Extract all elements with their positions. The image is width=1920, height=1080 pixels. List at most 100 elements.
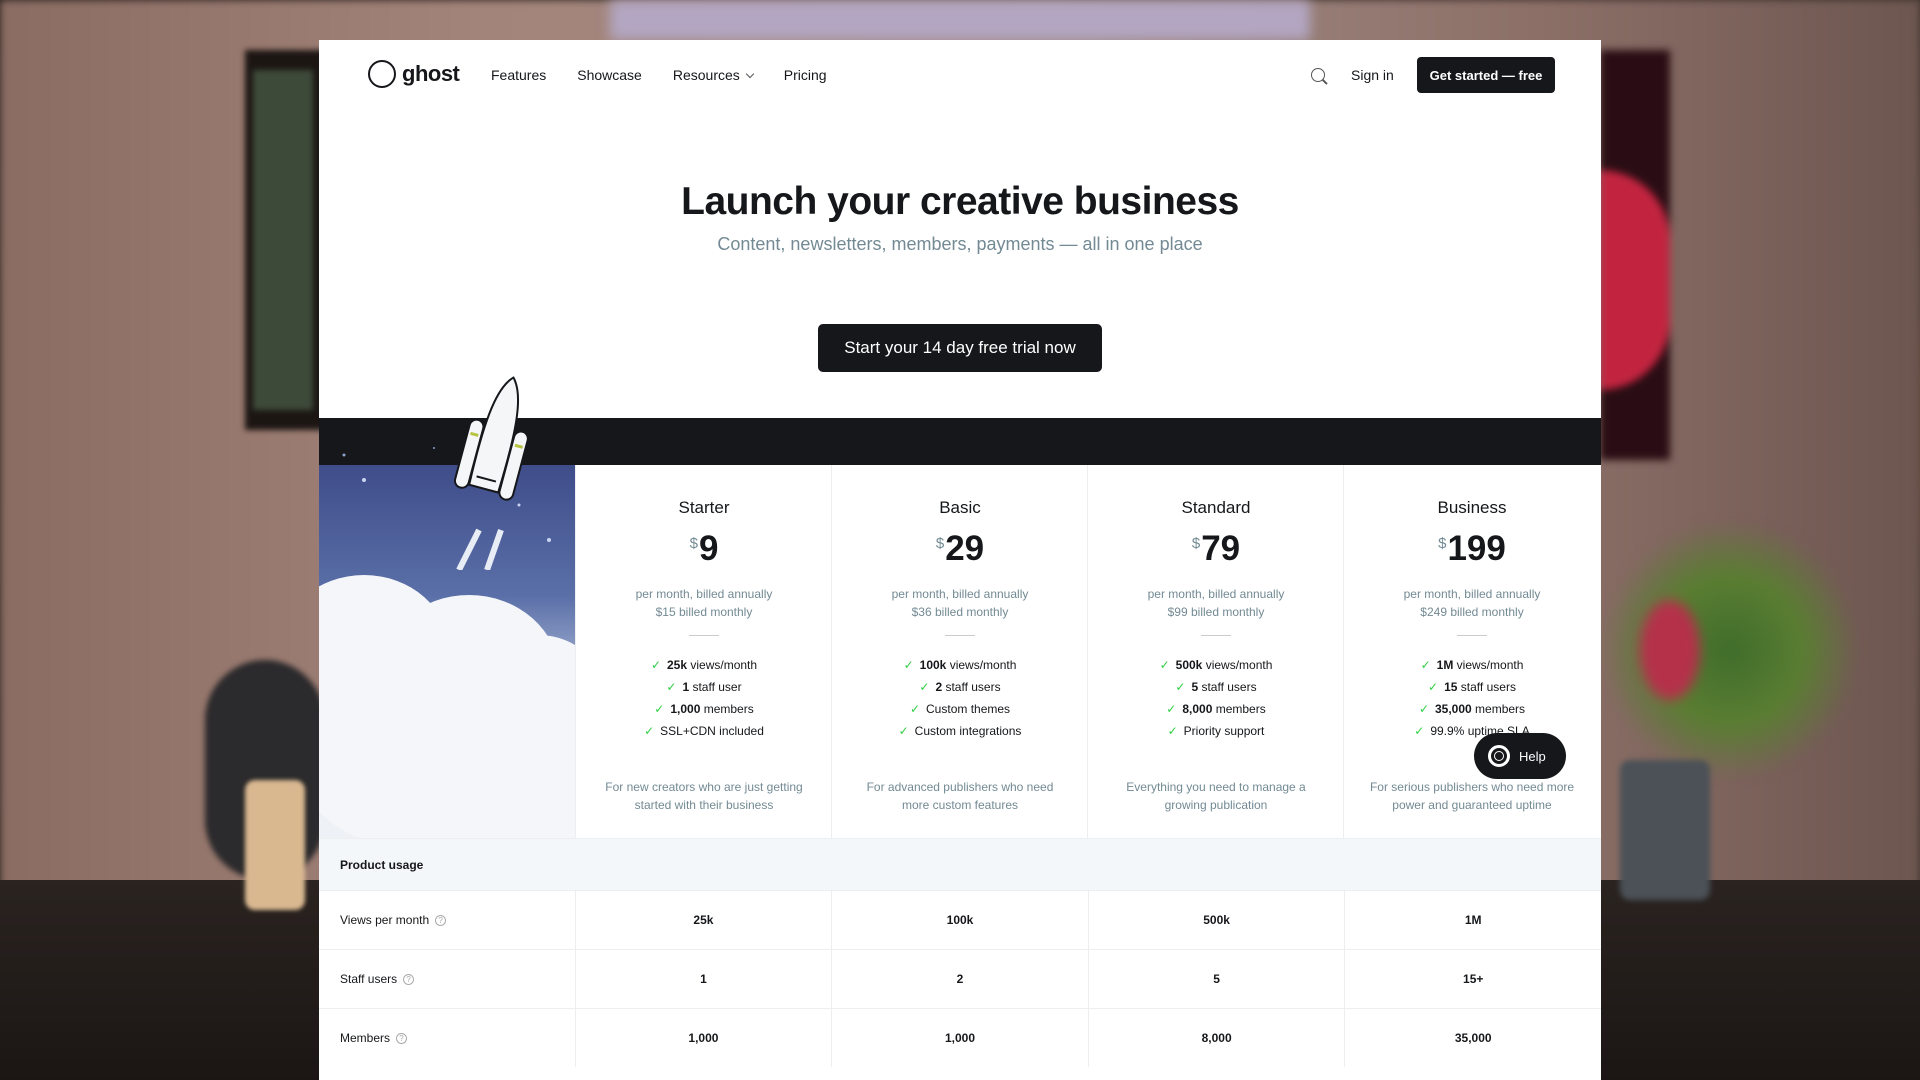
plan-card-starter: Starter $9 per month, billed annually $1… [575,465,832,838]
check-icon: ✓ [644,724,655,738]
sign-in-link[interactable]: Sign in [1351,67,1394,83]
table-cell: 1M [1344,891,1601,949]
ghost-logo[interactable]: ghost [368,60,460,88]
plan-billing-monthly: $249 billed monthly [1420,605,1524,619]
background-picture-frame [245,50,325,430]
check-icon: ✓ [1167,724,1178,738]
feature-item: ✓ 1 staff user [666,680,742,694]
row-label: Members? [319,1009,575,1067]
check-icon: ✓ [1159,658,1170,672]
help-button[interactable]: Help [1474,733,1566,779]
check-icon: ✓ [666,680,677,694]
plan-name: Basic [939,498,981,517]
feature-item: ✓ 5 staff users [1175,680,1257,694]
plan-billing-annual: per month, billed annually [635,587,773,601]
plan-name: Standard [1181,498,1251,517]
hero-subtitle: Content, newsletters, members, payments … [717,234,1203,254]
plan-description: For serious publishers who need more pow… [1369,780,1575,812]
plan-price: $9 [689,529,719,568]
nav-link-showcase[interactable]: Showcase [577,67,642,83]
feature-item: ✓ SSL+CDN included [644,724,764,738]
feature-item: ✓ Custom themes [909,702,1011,716]
plan-features: ✓ 500k views/month ✓ 5 staff users ✓ 8,000 … [1088,654,1344,742]
plan-price: $199 [1438,529,1506,568]
table-cell: 35,000 [1344,1009,1601,1067]
feature-item: ✓ 2 staff users [919,680,1001,694]
plan-billing-monthly: $99 billed monthly [1167,605,1265,619]
top-navigation: ghost Features Showcase Resources Pricin… [319,40,1601,112]
start-trial-button[interactable]: Start your 14 day free trial now [818,324,1102,372]
check-icon: ✓ [1175,680,1186,694]
feature-item: ✓ 1,000 members [654,702,754,716]
row-label: Views per month? [319,891,575,949]
table-cell: 500k [1087,891,1345,949]
feature-item: ✓ 15 staff users [1428,680,1516,694]
nav-links: Features Showcase Resources Pricing [491,67,827,83]
feature-item: ✓ 500k views/month [1159,658,1273,672]
check-icon: ✓ [919,680,930,694]
lifebuoy-icon [1488,745,1510,767]
feature-item: ✓ 8,000 members [1166,702,1266,716]
background-screen [610,0,1310,40]
table-cell: 2 [831,950,1088,1008]
plan-price: $29 [935,529,985,568]
table-row: Staff users? 1 2 5 15+ [319,949,1601,1008]
check-icon: ✓ [1414,724,1425,738]
table-cell: 5 [1087,950,1345,1008]
feature-item: ✓ 1M views/month [1420,658,1524,672]
check-icon: ✓ [1418,702,1429,716]
nav-link-features[interactable]: Features [491,67,546,83]
comparison-table: Product usage Views per month? 25k 100k … [319,838,1601,1067]
table-row: Views per month? 25k 100k 500k 1M [319,890,1601,949]
divider [945,635,975,636]
plan-description: Everything you need to manage a growing … [1126,780,1306,812]
chevron-down-icon [745,69,755,79]
get-started-button[interactable]: Get started — free [1417,57,1555,93]
help-circle-icon[interactable]: ? [435,914,447,926]
check-icon: ✓ [1420,658,1431,672]
help-circle-icon[interactable]: ? [396,1032,408,1044]
feature-item: ✓ Priority support [1167,724,1265,738]
table-cell: 8,000 [1087,1009,1345,1067]
hero-title: Launch your creative business [681,180,1239,223]
nav-link-resources-label: Resources [672,67,740,83]
check-icon: ✓ [903,658,914,672]
plan-card-business: Business $199 per month, billed annually… [1343,465,1601,838]
nav-link-pricing[interactable]: Pricing [784,67,827,83]
table-cell: 1 [574,950,832,1008]
table-section-header: Product usage [319,838,1601,890]
background-art-frame [1600,50,1670,460]
table-cell: 100k [831,891,1088,949]
background-pot [1620,760,1710,900]
brand-name: ghost [402,61,460,86]
search-icon[interactable] [1311,68,1325,82]
check-icon: ✓ [1166,702,1177,716]
pricing-page: ghost Features Showcase Resources Pricin… [319,40,1601,1080]
nav-link-resources[interactable]: Resources [672,67,755,83]
feature-item: ✓ 100k views/month [903,658,1017,672]
plan-description: For advanced publishers who need more cu… [866,780,1054,812]
check-icon: ✓ [650,658,661,672]
background-plant [1600,520,1860,780]
plan-card-basic: Basic $29 per month, billed annually $36… [831,465,1088,838]
plan-description: For new creators who are just getting st… [605,780,803,812]
divider [689,635,719,636]
table-row: Members? 1,000 1,000 8,000 35,000 [319,1008,1601,1067]
table-cell: 1,000 [831,1009,1088,1067]
plan-billing-annual: per month, billed annually [1147,587,1285,601]
plan-features: ✓ 100k views/month ✓ 2 staff users ✓ Custom… [832,654,1088,742]
pricing-plans: Starter $9 per month, billed annually $1… [319,376,1601,838]
row-label: Staff users? [319,950,575,1008]
plan-billing-annual: per month, billed annually [891,587,1029,601]
plan-billing-monthly: $36 billed monthly [911,605,1009,619]
plan-price: $79 [1191,529,1241,568]
feature-item: ✓ 99.9% uptime SLA [1414,724,1530,738]
help-circle-icon[interactable]: ? [403,973,415,985]
plan-billing-monthly: $15 billed monthly [655,605,753,619]
feature-item: ✓ Custom integrations [898,724,1022,738]
rocket-icon [453,376,529,570]
plan-name: Starter [678,498,730,517]
plan-card-standard: Standard $79 per month, billed annually … [1087,465,1344,838]
table-cell: 1,000 [574,1009,832,1067]
divider [1457,635,1487,636]
